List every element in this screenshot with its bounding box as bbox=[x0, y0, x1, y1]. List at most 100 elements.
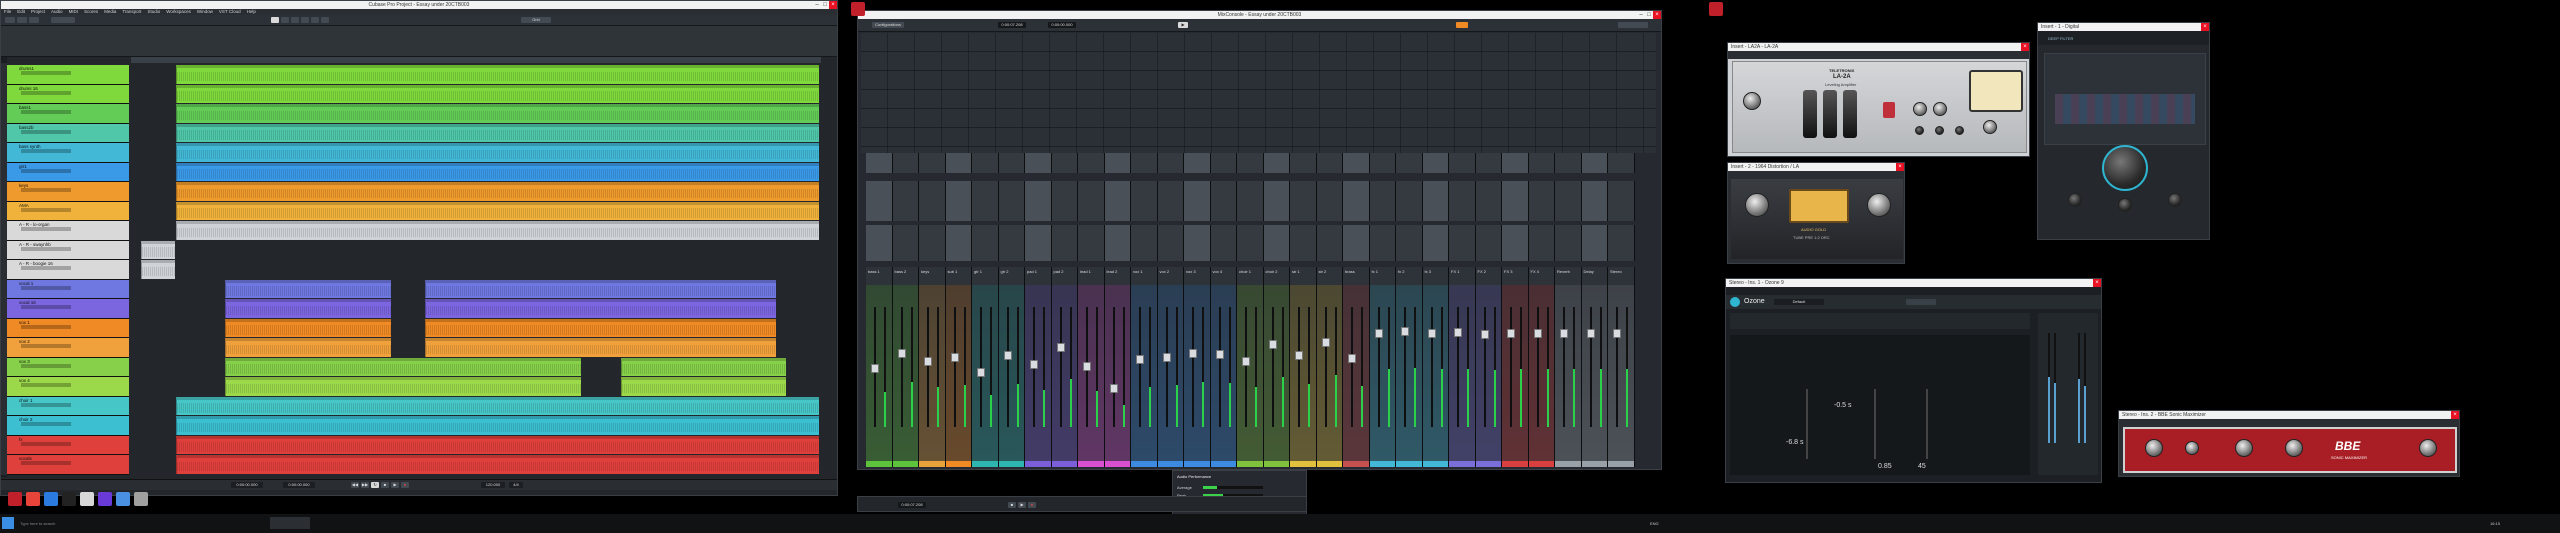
channel-section-cell[interactable] bbox=[1316, 181, 1343, 221]
track-header[interactable]: bass1 bbox=[7, 104, 129, 124]
channel-name[interactable]: FX 3 bbox=[1504, 269, 1512, 274]
audio-event[interactable] bbox=[225, 279, 391, 298]
ozone-assistant[interactable] bbox=[1906, 299, 1936, 305]
stop-button[interactable]: ■ bbox=[381, 482, 389, 488]
tool-split[interactable] bbox=[291, 17, 299, 23]
snap-mode[interactable]: Grid bbox=[521, 17, 551, 23]
channel-section-cell[interactable] bbox=[1237, 181, 1264, 221]
forward-button[interactable]: ▶▶ bbox=[361, 482, 369, 488]
audio-event[interactable] bbox=[141, 260, 175, 279]
tool-select[interactable] bbox=[271, 17, 279, 23]
taskbar-search[interactable]: Type here to search bbox=[20, 521, 55, 526]
track-controls[interactable] bbox=[21, 227, 71, 231]
maximize-button[interactable]: □ bbox=[1645, 11, 1653, 19]
channel-section-cell[interactable] bbox=[1528, 153, 1555, 173]
toolbar-btn[interactable] bbox=[29, 17, 39, 23]
audio-event[interactable] bbox=[176, 455, 819, 474]
channel-section-cell[interactable] bbox=[892, 225, 919, 261]
channel-section-cell[interactable] bbox=[1157, 153, 1184, 173]
small-knob[interactable] bbox=[1935, 126, 1944, 135]
channel-fader[interactable] bbox=[1295, 351, 1303, 360]
channel-section-cell[interactable] bbox=[1449, 153, 1476, 173]
channel-section-cell[interactable] bbox=[945, 181, 972, 221]
track-controls[interactable] bbox=[21, 71, 71, 75]
channel-section-cell[interactable] bbox=[1078, 153, 1105, 173]
channel-section-cell[interactable] bbox=[1396, 181, 1423, 221]
channel-name[interactable]: choir 2 bbox=[1266, 269, 1278, 274]
close-button[interactable]: × bbox=[2093, 279, 2101, 287]
channel-name[interactable]: fx 1 bbox=[1372, 269, 1378, 274]
filter-knob[interactable] bbox=[2118, 198, 2132, 212]
rewind-button[interactable]: ◀◀ bbox=[351, 482, 359, 488]
audio-event[interactable] bbox=[425, 338, 776, 357]
configurations-dropdown[interactable]: Configurations bbox=[872, 22, 904, 28]
channel-fader[interactable] bbox=[1030, 359, 1038, 369]
mixer-link-button[interactable] bbox=[1456, 22, 1468, 28]
channel-name[interactable]: FX 2 bbox=[1478, 269, 1486, 274]
app-icon[interactable] bbox=[851, 2, 865, 16]
audio-event[interactable] bbox=[176, 84, 819, 103]
track-header[interactable]: gtr1 bbox=[7, 162, 129, 182]
close-button[interactable]: × bbox=[829, 1, 837, 9]
track-controls[interactable] bbox=[21, 90, 71, 95]
channel-section-cell[interactable] bbox=[1528, 225, 1555, 261]
maximize-button[interactable]: □ bbox=[821, 1, 829, 9]
channel-section-cell[interactable] bbox=[1290, 225, 1317, 261]
small-knob[interactable] bbox=[1955, 126, 1964, 135]
channel-section-cell[interactable] bbox=[998, 153, 1025, 173]
track-controls[interactable] bbox=[21, 246, 71, 251]
channel-section-cell[interactable] bbox=[1104, 153, 1131, 173]
transport-play[interactable]: ▶ bbox=[1018, 502, 1026, 508]
track-controls[interactable] bbox=[21, 441, 71, 446]
track-header[interactable]: A - R - lo-organ bbox=[7, 221, 129, 241]
channel-fader[interactable] bbox=[1507, 329, 1515, 338]
channel-section-cell[interactable] bbox=[1131, 153, 1158, 173]
cycle-button[interactable]: ↻ bbox=[371, 482, 379, 488]
channel-section-cell[interactable] bbox=[919, 181, 946, 221]
channel-name[interactable]: bass 2 bbox=[895, 269, 907, 274]
audio-event[interactable] bbox=[176, 201, 819, 220]
channel-section-cell[interactable] bbox=[1078, 225, 1105, 261]
filter-knob[interactable] bbox=[2168, 193, 2182, 207]
menu-item-help[interactable]: Help bbox=[247, 9, 256, 14]
channel-name[interactable]: choir 1 bbox=[1239, 269, 1251, 274]
input-knob[interactable] bbox=[1745, 193, 1769, 217]
output-knob[interactable] bbox=[1867, 193, 1891, 217]
channel-section-cell[interactable] bbox=[1343, 153, 1370, 173]
channel-section-cell[interactable] bbox=[1237, 225, 1264, 261]
channel-section-cell[interactable] bbox=[1025, 225, 1052, 261]
track-header[interactable]: vocal 1 bbox=[7, 279, 129, 299]
channel-section-cell[interactable] bbox=[919, 225, 946, 261]
channel-section-cell[interactable] bbox=[1025, 181, 1052, 221]
minimize-button[interactable]: – bbox=[1637, 11, 1645, 19]
audio-event[interactable] bbox=[176, 416, 819, 435]
channel-name[interactable]: FX 1 bbox=[1451, 269, 1459, 274]
menu-item-midi[interactable]: MIDI bbox=[69, 9, 79, 14]
channel-section-cell[interactable] bbox=[1396, 225, 1423, 261]
close-button[interactable]: × bbox=[1653, 11, 1661, 19]
bbe-knob[interactable] bbox=[2285, 439, 2303, 457]
channel-section-cell[interactable] bbox=[1051, 153, 1078, 173]
channel-fader[interactable] bbox=[1003, 351, 1012, 360]
channel-section-cell[interactable] bbox=[919, 153, 946, 173]
track-header[interactable]: keys bbox=[7, 182, 129, 202]
channel-name[interactable]: lead 1 bbox=[1080, 269, 1091, 274]
audio-event[interactable] bbox=[176, 435, 819, 454]
audio-event[interactable] bbox=[225, 318, 391, 337]
channel-name[interactable]: str 1 bbox=[1292, 269, 1300, 274]
close-button[interactable]: × bbox=[2201, 23, 2209, 31]
menu-item-studio[interactable]: Studio bbox=[147, 9, 160, 14]
peak-reduction-knob[interactable] bbox=[1933, 102, 1947, 116]
track-controls[interactable] bbox=[21, 461, 71, 465]
audio-event[interactable] bbox=[621, 357, 786, 376]
channel-name[interactable]: Stereo bbox=[1610, 269, 1622, 274]
channel-fader[interactable] bbox=[950, 353, 959, 363]
track-controls[interactable] bbox=[21, 188, 71, 192]
channel-fader[interactable] bbox=[1083, 362, 1091, 371]
channel-section-cell[interactable] bbox=[866, 153, 893, 173]
menu-item-project[interactable]: Project bbox=[31, 9, 45, 14]
audio-event[interactable] bbox=[225, 357, 581, 376]
track-controls[interactable] bbox=[21, 324, 71, 329]
channel-fader[interactable] bbox=[1374, 329, 1383, 338]
channel-section-cell[interactable] bbox=[1422, 153, 1449, 173]
